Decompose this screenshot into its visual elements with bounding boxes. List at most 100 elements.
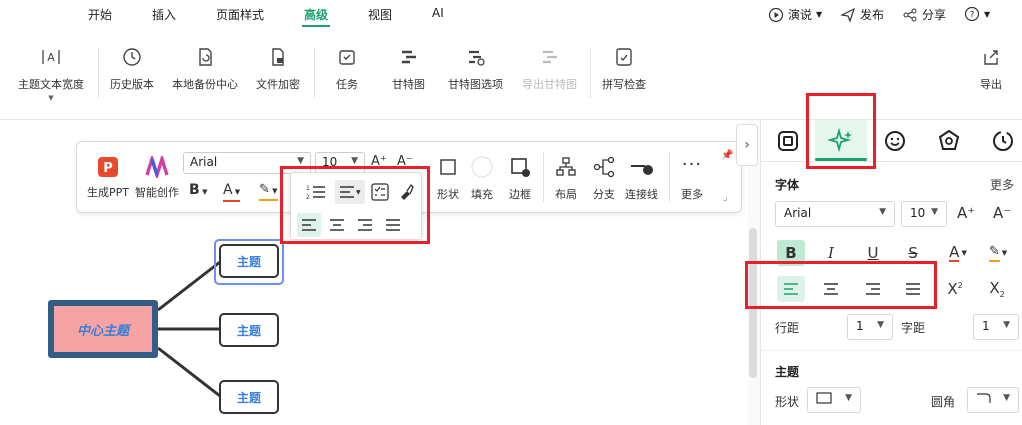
align-right-icon bbox=[866, 283, 880, 295]
fill-button[interactable]: 填充 bbox=[471, 156, 493, 202]
align-justify-icon bbox=[906, 283, 920, 295]
export-label: 导出 bbox=[980, 78, 1002, 91]
topic-node[interactable]: 主题 bbox=[219, 313, 279, 347]
font-color-button[interactable]: A ▼ bbox=[941, 240, 975, 266]
highlight-icon: ✎ bbox=[988, 244, 1000, 262]
help-icon: ? bbox=[964, 6, 980, 22]
font-color-icon[interactable]: A ▼ bbox=[223, 182, 241, 202]
align-left-icon: ▼ bbox=[340, 186, 361, 198]
toolbar-divider bbox=[543, 152, 544, 202]
layout-button[interactable]: 布局 bbox=[555, 156, 577, 202]
topic-shape-select[interactable]: ▼ bbox=[807, 387, 861, 413]
export-button[interactable]: 导出 bbox=[980, 46, 1002, 92]
increase-font-icon[interactable]: A⁺ bbox=[371, 154, 387, 169]
bold-icon[interactable]: B ▼ bbox=[189, 182, 208, 198]
italic-icon: I bbox=[828, 244, 834, 262]
share-button[interactable]: 分享 bbox=[902, 6, 946, 23]
bold-icon: B bbox=[785, 244, 797, 262]
more-dots-icon: ··· bbox=[681, 154, 703, 175]
central-topic[interactable]: 中心主题 bbox=[48, 300, 158, 358]
more-button[interactable]: ··· 更多 bbox=[681, 156, 703, 202]
format-side-panel: 字体 更多 Arial ▼ 10 ▼ A⁺ A⁻ B I U S A ▼ ✎ ▼ X… bbox=[760, 120, 1022, 425]
italic-toggle[interactable]: I bbox=[817, 240, 845, 266]
chevron-down-icon: ▼ bbox=[984, 9, 991, 19]
pin-icon[interactable]: 📌 bbox=[721, 150, 733, 161]
generate-ppt-button[interactable]: P 生成PPT bbox=[87, 156, 129, 200]
font-color-icon: A bbox=[949, 243, 960, 262]
align-center-icon bbox=[824, 283, 838, 295]
align-dropdown-button[interactable]: ▼ bbox=[335, 180, 365, 204]
checklist-icon[interactable] bbox=[371, 183, 389, 201]
panel-align-right-button[interactable] bbox=[859, 276, 887, 302]
highlight-icon[interactable]: ✎ ▼ bbox=[259, 182, 278, 201]
toolbar-divider bbox=[669, 152, 670, 202]
strikethrough-icon: S bbox=[908, 244, 918, 262]
panel-align-justify-button[interactable] bbox=[899, 276, 927, 302]
help-button[interactable]: ? ▼ bbox=[964, 6, 990, 22]
publish-button[interactable]: 发布 bbox=[840, 6, 884, 23]
chevron-down-icon: ▼ bbox=[877, 320, 884, 330]
subscript-button[interactable]: X2 bbox=[983, 276, 1011, 302]
branch-label: 分支 bbox=[593, 188, 615, 201]
underline-toggle[interactable]: U bbox=[859, 240, 887, 266]
align-center-icon[interactable] bbox=[329, 218, 345, 232]
increase-font-icon[interactable]: A⁺ bbox=[957, 204, 975, 222]
panel-align-center-button[interactable] bbox=[817, 276, 845, 302]
fill-label: 填充 bbox=[471, 188, 493, 201]
svg-text:2: 2 bbox=[306, 194, 310, 201]
char-spacing-select[interactable]: 1 ▼ bbox=[973, 314, 1019, 340]
align-left-icon bbox=[302, 219, 316, 231]
decrease-font-icon[interactable]: A⁻ bbox=[993, 204, 1011, 222]
ai-create-button[interactable]: 智能创作 bbox=[135, 156, 179, 200]
play-icon bbox=[768, 7, 784, 22]
format-painter-icon[interactable] bbox=[397, 183, 415, 201]
bold-toggle[interactable]: B bbox=[777, 240, 805, 266]
svg-text:1: 1 bbox=[306, 185, 310, 192]
topic-node[interactable]: 主题 bbox=[219, 380, 279, 414]
share-icon bbox=[903, 8, 917, 21]
canvas-scrollbar[interactable] bbox=[749, 228, 757, 378]
font-size-select[interactable]: 10 ▼ bbox=[315, 152, 365, 174]
font-family-value: Arial bbox=[190, 155, 218, 169]
strikethrough-toggle[interactable]: S bbox=[899, 240, 927, 266]
font-family-select[interactable]: Arial ▼ bbox=[183, 152, 311, 174]
align-left-option[interactable] bbox=[297, 213, 321, 237]
collapse-panel-button[interactable]: › bbox=[736, 124, 758, 166]
align-justify-icon[interactable] bbox=[385, 218, 401, 232]
panel-align-left-button[interactable] bbox=[777, 276, 805, 302]
chevron-right-icon: › bbox=[744, 137, 750, 153]
panel-font-size-select[interactable]: 10 ▼ bbox=[901, 201, 947, 227]
present-button[interactable]: 演说 ▼ bbox=[768, 6, 822, 23]
corner-radius-icon bbox=[977, 393, 991, 403]
border-button[interactable]: 边框 bbox=[509, 156, 531, 202]
tab-history-icon[interactable] bbox=[990, 128, 1016, 154]
connector-button[interactable]: 连接线 bbox=[625, 156, 658, 202]
rectangle-icon bbox=[816, 392, 832, 404]
font-size-value: 10 bbox=[322, 155, 338, 169]
chevron-down-icon: ▼ bbox=[351, 156, 358, 166]
tab-sticker-icon[interactable] bbox=[882, 128, 908, 154]
tab-theme-icon[interactable] bbox=[936, 128, 962, 154]
branch-button[interactable]: 分支 bbox=[593, 156, 615, 202]
list-numbered-icon[interactable]: 12 bbox=[305, 183, 329, 201]
line-spacing-select[interactable]: 1 ▼ bbox=[847, 314, 893, 340]
highlight-color-button[interactable]: ✎ ▼ bbox=[981, 240, 1015, 266]
layout-icon bbox=[556, 157, 576, 176]
export-icon bbox=[984, 50, 998, 65]
send-icon bbox=[840, 7, 856, 23]
font-more-link[interactable]: 更多 bbox=[990, 176, 1014, 193]
corner-label: 圆角 bbox=[931, 395, 956, 409]
char-spacing-label: 字距 bbox=[901, 321, 926, 335]
superscript-button[interactable]: X2 bbox=[941, 276, 969, 302]
resize-corner-icon[interactable]: ⌟ bbox=[723, 192, 728, 203]
tab-style-icon[interactable] bbox=[775, 128, 801, 154]
tab-ai-sparkle-icon[interactable] bbox=[828, 128, 854, 154]
panel-font-family-select[interactable]: Arial ▼ bbox=[775, 201, 895, 227]
topic-node[interactable]: 主题 bbox=[219, 244, 279, 278]
align-right-icon[interactable] bbox=[357, 218, 373, 232]
publish-label: 发布 bbox=[860, 8, 885, 22]
corner-select[interactable]: ▼ bbox=[967, 387, 1019, 413]
decrease-font-icon[interactable]: A⁻ bbox=[397, 154, 413, 169]
shape-button[interactable]: 形状 bbox=[437, 158, 459, 202]
border-icon bbox=[511, 158, 530, 177]
